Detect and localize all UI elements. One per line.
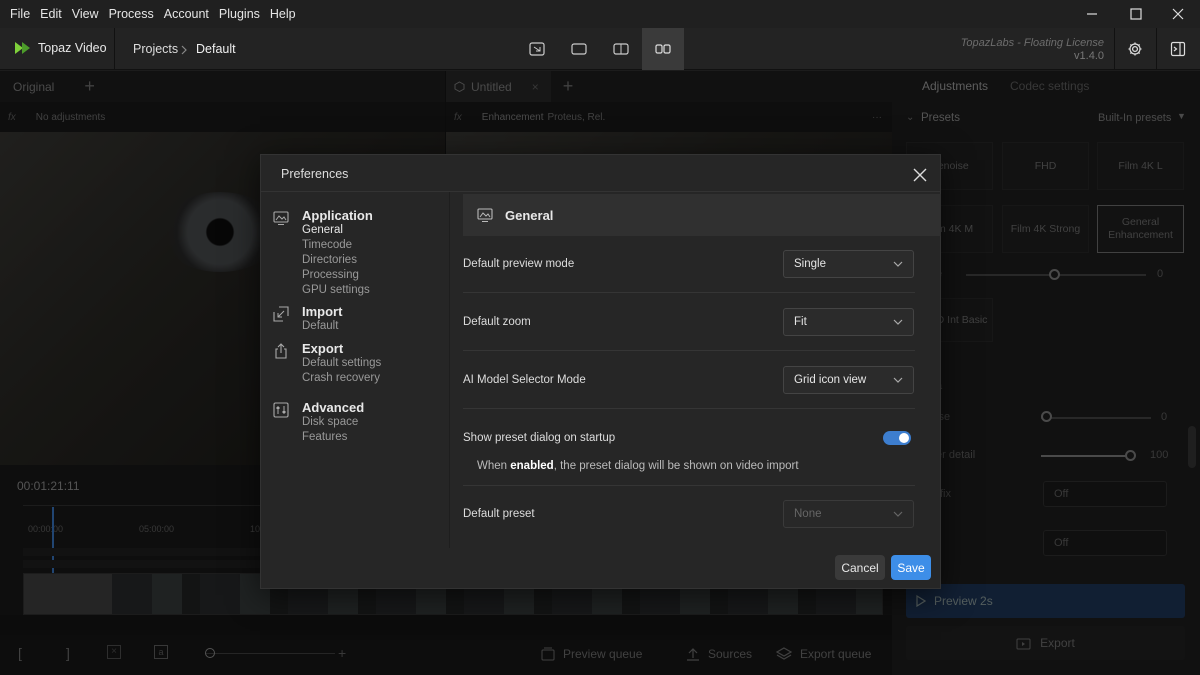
nav-general[interactable]: General — [302, 224, 343, 236]
menu-bar: File Edit View Process Account Plugins H… — [0, 0, 1200, 28]
preferences-dialog: Preferences Application General Timecode… — [260, 154, 941, 589]
default-zoom-select[interactable]: Fit — [783, 308, 914, 336]
nav-advanced[interactable]: Advanced — [302, 400, 364, 415]
license-line: TopazLabs - Floating License — [960, 37, 1104, 49]
nav-disk-space[interactable]: Disk space — [302, 416, 358, 428]
license-info: TopazLabs - Floating License v1.4.0 — [961, 37, 1104, 63]
close-icon — [1172, 8, 1184, 20]
nav-application[interactable]: Application — [302, 208, 373, 223]
chevron-down-icon — [893, 261, 903, 267]
setting-row-zoom: Default zoom Fit — [463, 293, 915, 351]
nav-import[interactable]: Import — [302, 304, 342, 319]
cancel-button[interactable]: Cancel — [835, 555, 885, 580]
section-header: General — [463, 194, 941, 236]
preset-dialog-toggle[interactable] — [883, 431, 911, 445]
view-split-button[interactable] — [600, 28, 642, 70]
setting-label: Default preset — [463, 508, 535, 520]
app-logo: Topaz Video — [14, 41, 107, 55]
maximize-icon — [1130, 8, 1142, 20]
preferences-nav: Application General Timecode Directories… — [261, 192, 449, 588]
dialog-title: Preferences — [281, 167, 349, 181]
breadcrumb-projects[interactable]: Projects — [133, 42, 178, 56]
help-suffix: , the preset dialog will be shown on vid… — [553, 460, 799, 472]
view-side-by-side-button[interactable] — [642, 28, 684, 70]
nav-export[interactable]: Export — [302, 341, 343, 356]
chevron-down-icon — [893, 319, 903, 325]
menu-process[interactable]: Process — [104, 7, 159, 21]
menu-account[interactable]: Account — [159, 7, 214, 21]
menu-help[interactable]: Help — [265, 7, 301, 21]
gear-icon — [1128, 42, 1142, 56]
side-by-side-icon — [655, 44, 671, 54]
monitor-icon — [477, 208, 493, 222]
save-button[interactable]: Save — [891, 555, 931, 580]
minimize-icon — [1087, 13, 1097, 15]
nav-features[interactable]: Features — [302, 431, 347, 443]
section-title: General — [505, 208, 554, 223]
panel-icon — [1170, 41, 1186, 57]
dialog-close-button[interactable] — [908, 163, 932, 187]
view-single-button[interactable] — [558, 28, 600, 70]
setting-label: AI Model Selector Mode — [463, 374, 586, 386]
app-name: Topaz Video — [38, 41, 107, 55]
setting-row-default-preset: Default preset None — [463, 486, 915, 544]
setting-label: Default preview mode — [463, 258, 575, 270]
default-preset-select[interactable]: None — [783, 500, 914, 528]
close-icon — [913, 168, 927, 182]
nav-directories[interactable]: Directories — [302, 254, 357, 266]
model-selector-mode-select[interactable]: Grid icon view — [783, 366, 914, 394]
topaz-logo-icon — [15, 42, 30, 54]
nav-processing[interactable]: Processing — [302, 269, 359, 281]
general-settings: General Default preview mode Single Defa… — [463, 194, 941, 544]
help-prefix: When — [477, 460, 511, 472]
setting-label: Default zoom — [463, 316, 531, 328]
chevron-down-icon — [893, 377, 903, 383]
setting-row-model-selector: AI Model Selector Mode Grid icon view — [463, 351, 915, 409]
zoom-view-icon — [529, 42, 545, 56]
select-value: Fit — [794, 316, 807, 328]
help-bold: enabled — [510, 460, 554, 472]
header-divider — [114, 28, 115, 70]
minimize-button[interactable] — [1070, 0, 1114, 28]
setting-row-preset-dialog: Show preset dialog on startup When enabl… — [463, 409, 915, 486]
app-window: File Edit View Process Account Plugins H… — [0, 0, 1200, 675]
chevron-down-icon — [893, 511, 903, 517]
preset-dialog-help: When enabled, the preset dialog will be … — [477, 460, 799, 472]
nav-gpu-settings[interactable]: GPU settings — [302, 284, 370, 296]
select-value: Grid icon view — [794, 374, 867, 386]
chevron-right-icon — [181, 45, 187, 55]
single-view-icon — [571, 43, 587, 55]
settings-button[interactable] — [1114, 28, 1156, 70]
nav-import-default[interactable]: Default — [302, 320, 338, 332]
nav-crash-recovery[interactable]: Crash recovery — [302, 372, 380, 384]
close-window-button[interactable] — [1156, 0, 1200, 28]
menu-view[interactable]: View — [67, 7, 104, 21]
monitor-icon — [273, 211, 289, 225]
menu-file[interactable]: File — [0, 7, 35, 21]
share-icon — [275, 343, 287, 359]
breadcrumb-default[interactable]: Default — [196, 42, 236, 56]
split-view-icon — [613, 43, 629, 55]
toggle-panel-button[interactable] — [1157, 28, 1199, 70]
setting-row-preview-mode: Default preview mode Single — [463, 236, 915, 293]
select-value: None — [794, 508, 822, 520]
menu-plugins[interactable]: Plugins — [214, 7, 265, 21]
nav-default-settings[interactable]: Default settings — [302, 357, 381, 369]
preview-mode-select[interactable]: Single — [783, 250, 914, 278]
view-zoom-button[interactable] — [516, 28, 558, 70]
version-label: v1.4.0 — [1074, 50, 1104, 62]
import-icon — [273, 306, 289, 322]
nav-timecode[interactable]: Timecode — [302, 239, 352, 251]
setting-label: Show preset dialog on startup — [463, 432, 616, 444]
sliders-icon — [273, 402, 289, 418]
app-header: Topaz Video Projects Default TopazLabs -… — [0, 28, 1200, 70]
menu-edit[interactable]: Edit — [35, 7, 67, 21]
nav-divider — [449, 192, 450, 548]
maximize-button[interactable] — [1114, 0, 1158, 28]
select-value: Single — [794, 258, 826, 270]
